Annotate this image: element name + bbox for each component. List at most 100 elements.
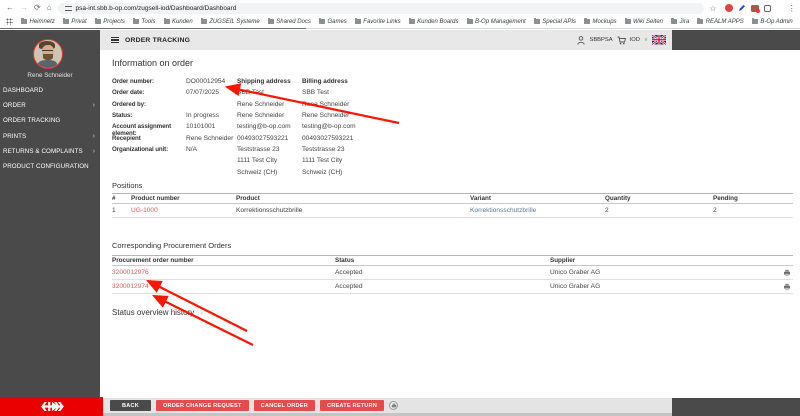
bookmark-folder[interactable]: Favorite Links (354, 18, 401, 25)
bookmark-folder[interactable]: Projects (94, 18, 125, 25)
back-icon[interactable]: ← (6, 3, 14, 13)
address-line: SBB Test (302, 89, 329, 97)
person-icon (577, 35, 586, 45)
print-icon[interactable] (783, 269, 791, 277)
folder-icon (624, 18, 631, 24)
bookmark-folder[interactable]: Kunden Boards (408, 18, 459, 25)
table-row: 3200012974 Accepted Unico Graber AG (112, 280, 793, 294)
folder-icon (21, 18, 27, 24)
hamburger-menu-icon[interactable] (111, 36, 119, 44)
sidebar-item-dashboard[interactable]: DASHBOARD (0, 83, 100, 98)
bookmark-star-icon[interactable]: ☆ (710, 4, 717, 13)
reload-icon[interactable]: ⟳ (34, 3, 41, 13)
create-return-button[interactable]: CREATE RETURN (319, 400, 385, 411)
status-value: Accepted (335, 269, 363, 276)
caret-down-icon[interactable]: ∨ (644, 37, 648, 43)
address-line: testing@b-op.com (302, 123, 356, 131)
account-assignment-value: 10101001 (186, 123, 216, 131)
bookmark-folder[interactable]: Special APIs (533, 18, 577, 25)
bookmark-folder[interactable]: Kunden (163, 18, 193, 25)
site-settings-icon[interactable] (64, 5, 72, 11)
page-title: ORDER TRACKING (125, 36, 191, 44)
col-procurement-number: Procurement order number (112, 257, 194, 264)
apps-grid-icon[interactable] (6, 18, 13, 25)
bookmark-label: Mockups (592, 18, 617, 25)
bookmark-folder[interactable]: B-Op Admin (751, 18, 793, 25)
positions-table: # Product number Product Variant Quantit… (112, 193, 793, 218)
address-line: Schweiz (CH) (302, 168, 343, 176)
forward-icon[interactable]: → (20, 3, 28, 13)
user-code[interactable]: SBBPSA (589, 37, 612, 43)
info-row: Account assignment element: 10101001 (112, 123, 233, 137)
avatar-glasses (42, 50, 53, 53)
sidebar-item-returns-complaints[interactable]: RETURNS & COMPLAINTS › (0, 144, 100, 159)
procurement-order-link[interactable]: 3200012974 (112, 283, 335, 290)
procurement-table-header: Procurement order number Status Supplier (112, 255, 793, 266)
browser-menu-icon[interactable]: ⋮ (788, 4, 796, 13)
url-text[interactable]: psa-int.sbb.b-op.com/zugsell-iod/Dashboa… (76, 5, 237, 12)
col-product-number: Product number (131, 195, 180, 202)
address-line: Teststrasse 23 (302, 145, 345, 153)
order-change-request-button[interactable]: ORDER CHANGE REQUEST (156, 400, 249, 411)
bookmark-folder[interactable]: Games (318, 18, 347, 25)
address-line: testing@b-op.com (237, 123, 291, 131)
print-order-button[interactable] (389, 401, 399, 410)
home-icon[interactable]: ⌂ (47, 3, 52, 13)
order-date-value: 07/07/2025 (186, 89, 220, 97)
adblock-extension-icon[interactable] (724, 4, 733, 12)
field-label: Recepient (112, 134, 141, 142)
product-number-link[interactable]: UG-1000 (131, 207, 236, 214)
avatar-body (38, 60, 57, 68)
sidebar-item-prints[interactable]: PRINTS › (0, 129, 100, 144)
bookmark-folder[interactable]: REALM APPS (697, 18, 744, 25)
folder-icon (584, 18, 591, 24)
page: ← → ⟳ ⌂ psa-int.sbb.b-op.com/zugsell-iod… (0, 0, 800, 416)
sidebar-item-label: ORDER TRACKING (3, 117, 61, 125)
cart-label[interactable]: IOD (630, 37, 640, 43)
restore-extension-icon[interactable] (763, 4, 771, 12)
bookmark-folder[interactable]: ZUGSEIL Systeme (200, 18, 260, 25)
bookmark-folder[interactable]: Wiki Seiten (624, 18, 663, 25)
bookmark-folder[interactable]: Privat (62, 18, 87, 25)
sidebar-item-label: PRINTS (3, 132, 27, 140)
sidebar-item-order[interactable]: ORDER › (0, 98, 100, 113)
print-icon (391, 403, 396, 408)
sidebar-item-product-configuration[interactable]: PRODUCT CONFIGURATION (0, 159, 100, 174)
folder-icon (533, 18, 540, 24)
bookmark-folder[interactable]: Jira (671, 18, 689, 25)
bookmark-folder[interactable]: B-Op Management (466, 18, 526, 25)
capture-extension-icon[interactable] (750, 4, 760, 13)
bookmarks-bar: Heimnetz Privat Projects Tools Kunden ZU… (0, 15, 800, 28)
sidebar-item-order-tracking[interactable]: ORDER TRACKING (0, 113, 100, 128)
field-label: Order number: (112, 78, 155, 85)
browser-chrome: ← → ⟳ ⌂ psa-int.sbb.b-op.com/zugsell-iod… (0, 0, 800, 29)
info-row: Ordered by: (112, 101, 233, 112)
col-num: # (112, 195, 116, 202)
cancel-order-button[interactable]: CANCEL ORDER (253, 400, 315, 411)
bookmark-label: Special APIs (542, 18, 577, 25)
bookmark-folder[interactable]: Heimnetz (21, 18, 55, 25)
status-overview-history[interactable]: Status overview history › (112, 308, 203, 317)
section-heading-procurement: Corresponding Procurement Orders (112, 241, 232, 250)
col-supplier: Supplier (550, 257, 576, 264)
address-line: Rene Schneider (237, 111, 285, 119)
address-bar[interactable]: psa-int.sbb.b-op.com/zugsell-iod/Dashboa… (57, 2, 704, 14)
bookmark-label: Shared Docs (276, 18, 311, 25)
back-button[interactable]: BACK (110, 400, 151, 411)
bookmark-label: ZUGSEIL Systeme (209, 18, 260, 25)
field-label: Order date: (112, 89, 145, 97)
print-icon[interactable] (783, 283, 791, 291)
bookmark-folder[interactable]: Shared Docs (267, 18, 311, 25)
info-row: Organizational unit: N/A (112, 146, 233, 157)
bookmark-folder[interactable]: Mockups (584, 18, 617, 25)
language-flag-icon[interactable] (652, 35, 666, 45)
pen-extension-icon[interactable] (738, 4, 746, 12)
user-avatar[interactable] (33, 39, 63, 69)
footer-dark-panel (672, 398, 800, 416)
folder-icon (163, 18, 170, 24)
chrome-divider (0, 27, 306, 29)
procurement-order-link[interactable]: 3200012976 (112, 269, 335, 276)
status-value: Accepted (335, 283, 363, 290)
bookmark-folder[interactable]: Tools (132, 18, 156, 25)
address-line: Rene Schneider (237, 100, 285, 108)
